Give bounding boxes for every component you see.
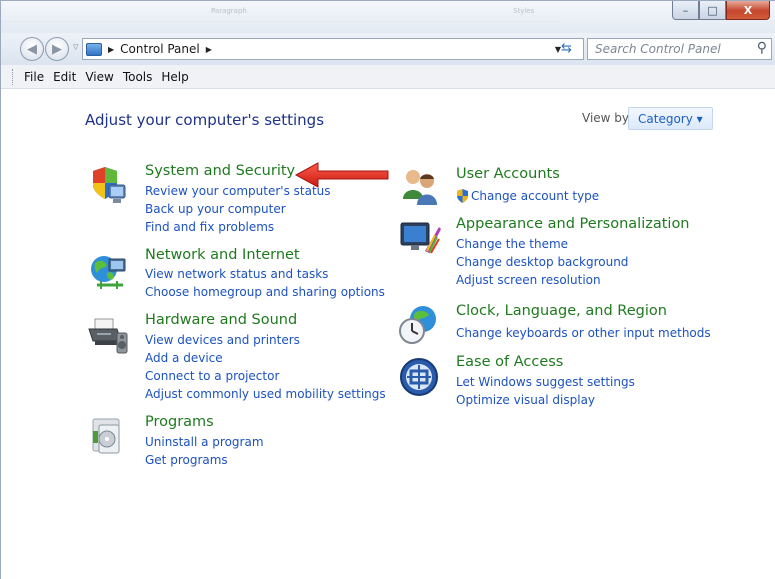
category-ease-of-access[interactable]: Ease of Access (456, 354, 563, 370)
search-icon[interactable]: ⚲ (757, 40, 767, 56)
annotation-arrow-icon (294, 162, 389, 188)
link-desktop-background[interactable]: Change desktop background (456, 255, 628, 269)
view-by-label: View by: (582, 111, 633, 125)
search-input[interactable]: Search Control Panel ⚲ (587, 38, 772, 60)
menu-view[interactable]: View (85, 70, 113, 84)
navigation-bar: ◀ ▶ ▽ ▶ Control Panel ▶ ▼ ⇆ Search Contr… (1, 33, 775, 65)
category-appearance-personalization[interactable]: Appearance and Personalization (456, 216, 690, 232)
category-network-and-internet[interactable]: Network and Internet (145, 247, 300, 263)
view-by-value: Category (638, 112, 693, 126)
users-icon[interactable] (399, 165, 441, 207)
link-change-account-type[interactable]: Change account type (471, 189, 599, 203)
menu-help[interactable]: Help (161, 70, 188, 84)
close-button[interactable]: X (726, 1, 770, 20)
monitor-brush-icon[interactable] (399, 217, 441, 259)
globe-network-icon[interactable] (87, 251, 129, 293)
chevron-right-icon[interactable]: ▶ (206, 45, 212, 54)
forward-button[interactable]: ▶ (45, 37, 69, 61)
search-placeholder: Search Control Panel (595, 42, 721, 56)
control-panel-content: Adjust your computer's settings View by:… (1, 89, 775, 579)
category-programs[interactable]: Programs (145, 414, 214, 430)
link-optimize-visual[interactable]: Optimize visual display (456, 393, 595, 407)
link-homegroup-sharing[interactable]: Choose homegroup and sharing options (145, 285, 385, 299)
ghost-text: Paragraph (211, 7, 247, 15)
link-back-up[interactable]: Back up your computer (145, 202, 286, 216)
menu-tools[interactable]: Tools (123, 70, 153, 84)
back-button[interactable]: ◀ (20, 37, 44, 61)
link-view-network-status[interactable]: View network status and tasks (145, 267, 328, 281)
link-add-device[interactable]: Add a device (145, 351, 223, 365)
printer-speaker-icon[interactable] (87, 315, 129, 357)
uac-shield-icon (457, 189, 468, 203)
maximize-button[interactable]: □ (699, 1, 726, 20)
menu-file[interactable]: File (24, 70, 44, 84)
shield-pc-icon[interactable] (87, 165, 129, 207)
clock-globe-icon[interactable] (397, 303, 439, 345)
category-hardware-and-sound[interactable]: Hardware and Sound (145, 312, 297, 328)
title-bar: Paragraph Styles – □ X (1, 1, 775, 33)
refresh-icon[interactable]: ⇆ (561, 41, 572, 56)
programs-icon[interactable] (87, 415, 129, 457)
menu-edit[interactable]: Edit (53, 70, 76, 84)
breadcrumb-control-panel[interactable]: Control Panel (120, 42, 200, 56)
link-keyboards-input[interactable]: Change keyboards or other input methods (456, 326, 711, 340)
link-get-programs[interactable]: Get programs (145, 453, 228, 467)
ease-of-access-icon[interactable] (399, 357, 441, 399)
view-by-dropdown[interactable]: Category ▾ (628, 107, 713, 130)
category-system-and-security[interactable]: System and Security (145, 163, 295, 179)
caption-buttons: – □ X (672, 1, 770, 20)
chevron-right-icon[interactable]: ▶ (108, 45, 114, 54)
ghost-text: Styles (513, 7, 535, 15)
page-title: Adjust your computer's settings (85, 111, 325, 129)
minimize-button[interactable]: – (672, 1, 699, 20)
link-uninstall-program[interactable]: Uninstall a program (145, 435, 264, 449)
recent-pages-dropdown-icon[interactable]: ▽ (73, 43, 78, 51)
link-find-fix[interactable]: Find and fix problems (145, 220, 274, 234)
control-panel-window: Paragraph Styles – □ X ◀ ▶ ▽ ▶ Control P… (0, 0, 775, 579)
category-user-accounts[interactable]: User Accounts (456, 166, 560, 182)
link-screen-resolution[interactable]: Adjust screen resolution (456, 273, 601, 287)
address-bar[interactable]: ▶ Control Panel ▶ ▼ (82, 38, 584, 60)
menu-bar: File Edit View Tools Help (1, 65, 775, 89)
link-connect-projector[interactable]: Connect to a projector (145, 369, 279, 383)
link-devices-printers[interactable]: View devices and printers (145, 333, 300, 347)
link-mobility-settings[interactable]: Adjust commonly used mobility settings (145, 387, 386, 401)
control-panel-icon (86, 42, 102, 56)
link-change-theme[interactable]: Change the theme (456, 237, 568, 251)
category-clock-language-region[interactable]: Clock, Language, and Region (456, 303, 667, 319)
link-suggest-settings[interactable]: Let Windows suggest settings (456, 375, 635, 389)
menu-grip (12, 69, 15, 85)
